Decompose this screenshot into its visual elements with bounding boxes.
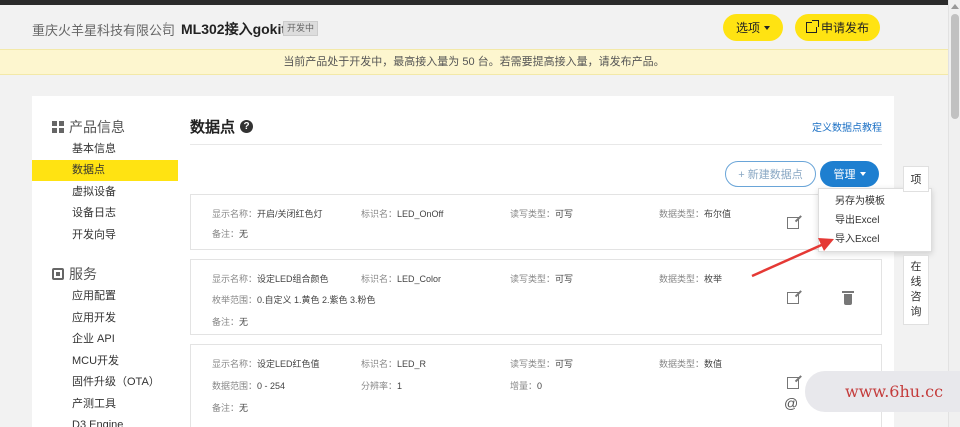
page-title: 数据点 ? [190, 116, 254, 137]
trash-icon[interactable] [842, 291, 854, 305]
sidebar: 产品信息 基本信息 数据点 虚拟设备 设备日志 开发向导 服务 应用配置 应用开… [32, 96, 178, 427]
rw-type-field: 读写类型：可写 [510, 359, 574, 369]
note-field: 备注：无 [212, 229, 249, 239]
service-icon [52, 268, 64, 280]
increment-field: 增量：0 [510, 381, 543, 391]
title-divider [190, 144, 882, 145]
display-name-field: 显示名称：设定LED红色值 [212, 359, 320, 369]
site-watermark: www.6hu.cc [805, 371, 960, 412]
consult-char: 咨 [910, 291, 922, 303]
datapoint-card: 显示名称：设定LED组合颜色 标识名：LED_Color 读写类型：可写 数据类… [190, 259, 882, 335]
resolution-field: 分辨率：1 [361, 381, 403, 391]
edit-icon[interactable] [787, 377, 799, 389]
menu-item-save-template[interactable]: 另存为模板 [819, 192, 931, 211]
publish-label: 申请发布 [820, 21, 869, 35]
breadcrumb-separator: / [163, 19, 167, 35]
data-type-field: 数据类型：布尔值 [659, 209, 732, 219]
menu-item-import-excel[interactable]: 导入Excel [819, 230, 931, 249]
sidebar-section-services: 服务 [52, 264, 97, 284]
display-name-field: 显示名称：开启/关闭红色灯 [212, 209, 323, 219]
page-header: 重庆火羊星科技有限公司 / ML302接入gokit3 开发中 选项 申请发布 [0, 5, 948, 49]
sidebar-item-app-config[interactable]: 应用配置 [32, 286, 178, 307]
sidebar-item-dev-guide[interactable]: 开发向导 [32, 225, 178, 246]
id-name-field: 标识名：LED_OnOff [361, 209, 444, 219]
enum-range-field: 枚举范围：0.自定义 1.黄色 2.紫色 3.粉色 [212, 295, 376, 305]
sidebar-item-device-log[interactable]: 设备日志 [32, 203, 178, 224]
dev-notice-banner: 当前产品处于开发中，最高接入量为 50 台。若需要提高接入量，请发布产品。 [0, 49, 948, 75]
options-button[interactable]: 选项 [723, 14, 783, 41]
sidebar-item-datapoints[interactable]: 数据点 [32, 160, 178, 181]
online-consult-tab[interactable]: 在 线 咨 询 [903, 255, 929, 325]
consult-char: 询 [910, 306, 922, 318]
chevron-down-icon [764, 25, 770, 30]
chevron-down-icon [859, 172, 866, 176]
edit-icon[interactable] [787, 217, 799, 229]
note-field: 备注：无 [212, 403, 249, 413]
sidebar-section-product-info: 产品信息 [52, 117, 125, 137]
sidebar-item-ota[interactable]: 固件升级（OTA） [32, 372, 178, 393]
help-icon[interactable]: ? [240, 120, 254, 133]
external-link-icon [805, 20, 819, 33]
section-title: 服务 [69, 266, 97, 282]
new-datapoint-button[interactable]: + 新建数据点 [725, 161, 816, 187]
sidebar-item-mcu-dev[interactable]: MCU开发 [32, 351, 178, 372]
display-name-field: 显示名称：设定LED组合颜色 [212, 274, 329, 284]
consult-char: 线 [910, 276, 922, 288]
options-label: 选项 [735, 21, 760, 35]
breadcrumb-product: ML302接入gokit3 [181, 21, 294, 37]
grid-icon [52, 121, 64, 133]
data-type-field: 数据类型：枚举 [659, 274, 723, 284]
id-name-field: 标识名：LED_Color [361, 274, 442, 284]
manage-dropdown-menu: 另存为模板 导出Excel 导入Excel [818, 188, 932, 252]
sidebar-item-app-dev[interactable]: 应用开发 [32, 308, 178, 329]
rw-type-field: 读写类型：可写 [510, 274, 574, 284]
main-panel: 数据点 ? 定义数据点教程 + 新建数据点 管理 显示名称：开启/关闭红色灯 标… [178, 96, 894, 427]
rw-type-field: 读写类型：可写 [510, 209, 574, 219]
scroll-up-arrow-icon[interactable] [951, 4, 959, 9]
manage-button[interactable]: 管理 [820, 161, 879, 187]
scroll-thumb[interactable] [951, 14, 959, 119]
at-glyph: @ [784, 395, 799, 411]
data-range-field: 数据范围：0 - 254 [212, 381, 286, 391]
datapoint-card: 显示名称：设定LED红色值 标识名：LED_R 读写类型：可写 数据类型：数值 … [190, 344, 882, 427]
sidebar-item-basic-info[interactable]: 基本信息 [32, 139, 178, 160]
floating-tab-item[interactable]: 项 [903, 166, 929, 192]
note-field: 备注：无 [212, 317, 249, 327]
edit-icon[interactable] [787, 292, 799, 304]
section-title: 产品信息 [69, 119, 125, 135]
datapoint-card: 显示名称：开启/关闭红色灯 标识名：LED_OnOff 读写类型：可写 数据类型… [190, 194, 882, 250]
publish-button[interactable]: 申请发布 [795, 14, 880, 41]
consult-char: 在 [910, 261, 922, 273]
page-title-text: 数据点 [190, 119, 236, 136]
status-badge: 开发中 [283, 21, 319, 36]
sidebar-item-virtual-device[interactable]: 虚拟设备 [32, 182, 178, 203]
breadcrumb-company[interactable]: 重庆火羊星科技有限公司 [32, 20, 175, 39]
id-name-field: 标识名：LED_R [361, 359, 427, 369]
manage-label: 管理 [833, 169, 856, 181]
sidebar-item-test-tool[interactable]: 产测工具 [32, 394, 178, 415]
page-scrollbar[interactable] [948, 0, 960, 427]
menu-item-export-excel[interactable]: 导出Excel [819, 211, 931, 230]
data-type-field: 数据类型：数值 [659, 359, 723, 369]
sidebar-item-enterprise-api[interactable]: 企业 API [32, 329, 178, 350]
datapoint-tutorial-link[interactable]: 定义数据点教程 [812, 119, 882, 134]
sidebar-item-d3-engine[interactable]: D3 Engine [32, 415, 178, 427]
